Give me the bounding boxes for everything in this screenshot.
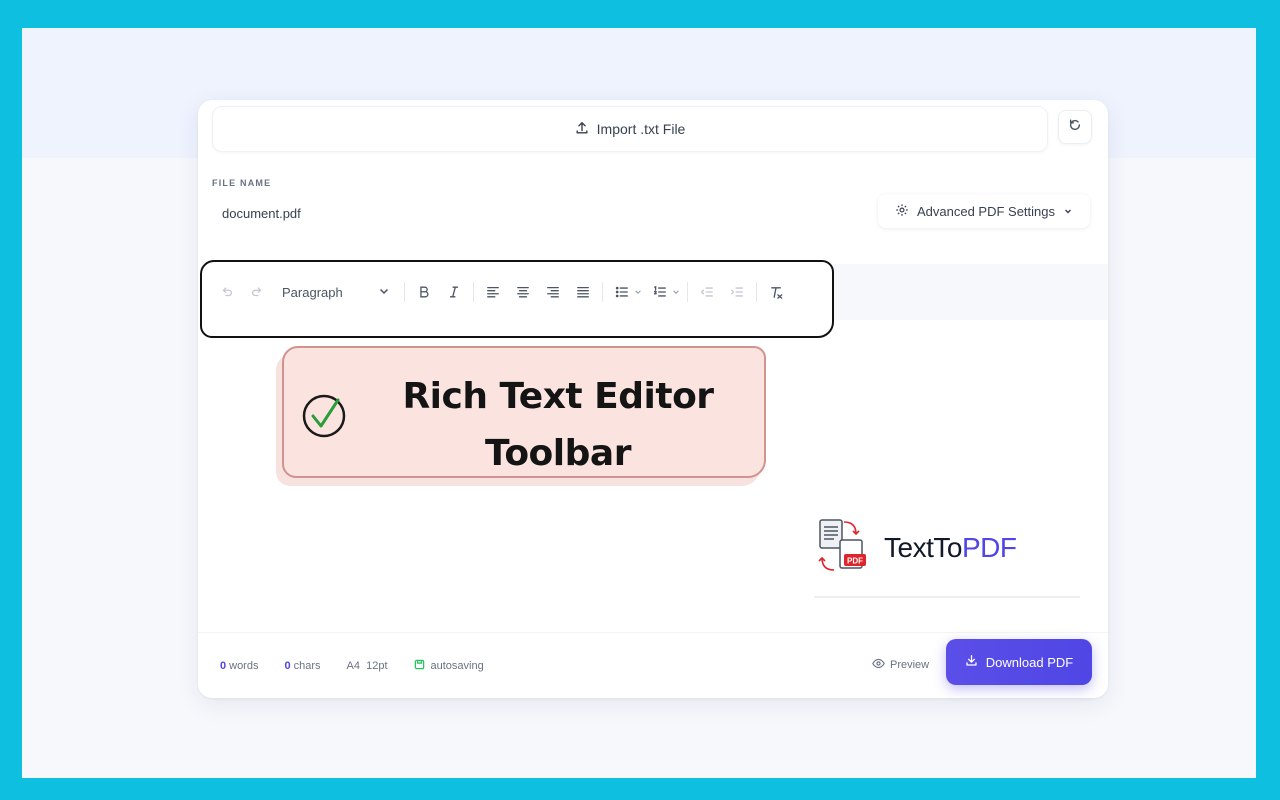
chevron-down-icon	[378, 285, 390, 300]
file-name-input[interactable]	[212, 196, 860, 230]
brand-name: TextToPDF	[884, 532, 1017, 564]
chevron-down-icon[interactable]	[669, 278, 683, 306]
import-label: Import .txt File	[596, 121, 686, 137]
preview-button[interactable]: Preview	[872, 653, 929, 677]
undo-icon[interactable]	[212, 278, 242, 306]
editor-toolbar-background	[834, 264, 1108, 320]
callout-line-2: Toolbar	[485, 433, 631, 474]
upload-icon	[575, 121, 589, 138]
page-format: A4 12pt	[346, 660, 388, 672]
align-right-icon[interactable]	[538, 278, 568, 306]
toolbar-divider	[687, 282, 688, 302]
toolbar-divider	[404, 282, 405, 302]
chevron-down-icon	[1063, 204, 1073, 219]
autosave-status: autosaving	[414, 659, 484, 673]
converter-card: Import .txt File FILE NAME Advanced PDF …	[198, 100, 1108, 698]
outdent-icon[interactable]	[692, 278, 722, 306]
align-center-icon[interactable]	[508, 278, 538, 306]
file-name-label: FILE NAME	[212, 178, 272, 188]
eye-icon	[872, 657, 885, 673]
toolbar-divider	[602, 282, 603, 302]
brand-name-part2: PDF	[961, 532, 1017, 563]
callout-line-1: Rich Text Editor	[402, 376, 714, 417]
toolbar-divider	[473, 282, 474, 302]
italic-icon[interactable]	[439, 278, 469, 306]
bold-icon[interactable]	[409, 278, 439, 306]
download-label: Download PDF	[985, 654, 1074, 670]
texttopdf-logo-icon: PDF	[818, 518, 870, 579]
download-pdf-button[interactable]: Download PDF	[946, 639, 1092, 685]
redo-icon[interactable]	[242, 278, 272, 306]
annotation-callout: Rich Text Editor Toolbar	[282, 346, 766, 478]
autosave-icon	[414, 659, 425, 673]
texttopdf-brand: PDF TextToPDF	[818, 518, 1078, 578]
advanced-label: Advanced PDF Settings	[916, 203, 1056, 219]
preview-label: Preview	[890, 659, 930, 671]
brand-name-part1: TextTo	[884, 532, 962, 563]
document-stats: 0 words 0 chars A4 12pt autosaving	[220, 659, 484, 673]
chevron-down-icon[interactable]	[631, 278, 645, 306]
toolbar-divider	[756, 282, 757, 302]
char-count: 0 chars	[284, 660, 321, 672]
divider	[814, 596, 1080, 598]
toolbar-highlight: Paragraph	[200, 260, 834, 338]
paragraph-label: Paragraph	[282, 284, 343, 300]
download-icon	[965, 654, 978, 670]
rich-text-toolbar: Paragraph	[212, 272, 791, 312]
refresh-icon	[1068, 118, 1082, 137]
import-txt-button[interactable]: Import .txt File	[212, 106, 1048, 152]
editor-footer: 0 words 0 chars A4 12pt autosaving Preview	[198, 632, 1108, 698]
logo-badge-text: PDF	[847, 556, 863, 565]
clear-formatting-icon[interactable]	[761, 278, 791, 306]
align-left-icon[interactable]	[478, 278, 508, 306]
align-justify-icon[interactable]	[568, 278, 598, 306]
callout-title: Rich Text Editor Toolbar	[358, 368, 758, 482]
indent-icon[interactable]	[722, 278, 752, 306]
check-circle-icon	[300, 392, 348, 440]
page-frame: Import .txt File FILE NAME Advanced PDF …	[22, 28, 1256, 778]
reset-button[interactable]	[1058, 110, 1092, 144]
word-count: 0 words	[220, 660, 259, 672]
advanced-pdf-settings-button[interactable]: Advanced PDF Settings	[878, 194, 1090, 228]
gear-icon	[895, 203, 909, 220]
paragraph-style-select[interactable]: Paragraph	[276, 278, 394, 306]
